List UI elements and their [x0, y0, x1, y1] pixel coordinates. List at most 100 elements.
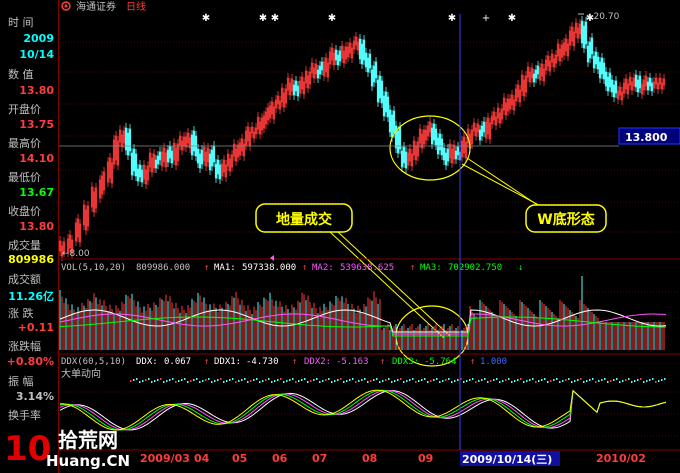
ddx-dot: [259, 381, 261, 383]
candle-body: [198, 153, 202, 169]
candle-body: [536, 65, 540, 75]
x-tick-4: 07: [312, 452, 327, 465]
candle-body: [590, 37, 594, 55]
event-marker: ✱: [448, 13, 456, 24]
candle-body: [534, 69, 538, 79]
ddx-dot: [553, 379, 555, 381]
ddx-dot: [412, 378, 414, 380]
ddx-dot: [658, 380, 660, 382]
low-price-label: ←8.00: [62, 249, 90, 259]
stock-chart[interactable]: 海通证券 日线 ✱ ✱ ✱ ✱ ✱ + ✱ ✱ ←20.70 ←8.00 13.800 W底形…: [0, 0, 680, 473]
event-marker: ✱: [259, 13, 267, 24]
ddx-title: DDX(60,5,10): [61, 357, 126, 367]
candle-body: [454, 150, 458, 160]
ddx-line: [59, 389, 667, 431]
candle-body: [612, 84, 616, 98]
candle-body: [480, 125, 484, 137]
ddx-dot: [625, 379, 627, 381]
vol-title: VOL(5,10,20): [61, 263, 126, 273]
event-marker: ✱: [271, 13, 279, 24]
low-volume-label: 地量成交: [276, 211, 332, 228]
volume-header: VOL(5,10,20) 809986.000 ↑ MA1: 597338.00…: [61, 263, 523, 273]
ddx-dot: [352, 378, 354, 380]
ddx-dot: [592, 378, 594, 380]
ddx-dot: [598, 380, 600, 382]
candle-body: [482, 121, 486, 133]
ddx-dot: [622, 380, 624, 382]
candle-body: [614, 80, 618, 94]
candle-body: [646, 81, 650, 91]
ddx-dot: [172, 378, 174, 380]
ddx-dot: [277, 379, 279, 381]
candle-body: [598, 61, 602, 79]
ddx-dot: [244, 378, 246, 380]
x-tick-5: 08: [362, 452, 377, 465]
candle-body: [362, 39, 366, 61]
site-name: 拾荒网: [58, 428, 118, 452]
ddx-dot: [481, 379, 483, 381]
ddx-dot: [526, 380, 528, 382]
candle-body: [606, 76, 610, 92]
ddx-dots: [130, 378, 666, 383]
candle-body: [132, 148, 136, 172]
ddx-dot: [655, 381, 657, 383]
ddx-dot: [316, 378, 318, 380]
candle-body: [200, 149, 204, 165]
candle-body: [364, 52, 368, 68]
ddx-dot: [343, 381, 345, 383]
candle-body: [320, 61, 324, 71]
ddx-dot: [286, 380, 288, 382]
ddx-dot: [556, 378, 558, 380]
ddx-dot: [295, 381, 297, 383]
x-tick-2: 05: [232, 452, 247, 465]
ddx-dot: [382, 380, 384, 382]
ddx-dot: [184, 378, 186, 380]
ddx-dot: [394, 380, 396, 382]
candle-body: [366, 57, 370, 73]
candle-body: [154, 159, 158, 169]
candle-body: [196, 148, 200, 164]
svg-text:↑: ↑: [302, 263, 307, 273]
ddx-dot: [544, 378, 546, 380]
ddx1-label: DDX1:: [214, 357, 241, 367]
x-tick-0: 2009/03: [140, 452, 190, 465]
ddx-dot: [505, 379, 507, 381]
vol-ma2-line: [59, 313, 667, 335]
candle-body: [360, 43, 364, 65]
ddx-dot: [613, 379, 615, 381]
ddx-dot: [391, 381, 393, 383]
ddx-dot: [532, 378, 534, 380]
candle-body: [382, 95, 386, 117]
ddx-dot: [304, 378, 306, 380]
ddx-dot: [604, 378, 606, 380]
candle-body: [434, 128, 438, 146]
candle-body: [384, 91, 388, 113]
candle-body: [190, 134, 194, 156]
ddx-dot: [235, 381, 237, 383]
logo-mark: 10: [4, 429, 51, 469]
site-url: Huang.CN: [46, 452, 130, 470]
ddx-dot: [616, 378, 618, 380]
ddx-dot: [226, 380, 228, 382]
ddx-dot: [661, 379, 663, 381]
svg-text:↑: ↑: [204, 263, 209, 273]
ddx1-value: -4.730: [246, 357, 279, 367]
ddx-dot: [583, 381, 585, 383]
ddx-dot: [385, 379, 387, 381]
ddx-dot: [409, 379, 411, 381]
ddx-dot: [664, 378, 666, 380]
ddx-dot: [322, 380, 324, 382]
ddx-dot: [388, 378, 390, 380]
ddx-dot: [496, 378, 498, 380]
cursor-marker: [270, 255, 274, 261]
ddx-dot: [487, 381, 489, 383]
vol-value: 809986.000: [136, 263, 190, 273]
candle-body: [210, 149, 214, 167]
ddx-dot: [451, 381, 453, 383]
ddx-dot: [283, 381, 285, 383]
ddx-dot: [508, 378, 510, 380]
ddx-dot: [319, 381, 321, 383]
candle-body: [214, 163, 218, 179]
ddx-dot: [178, 380, 180, 382]
candle-body: [216, 159, 220, 175]
